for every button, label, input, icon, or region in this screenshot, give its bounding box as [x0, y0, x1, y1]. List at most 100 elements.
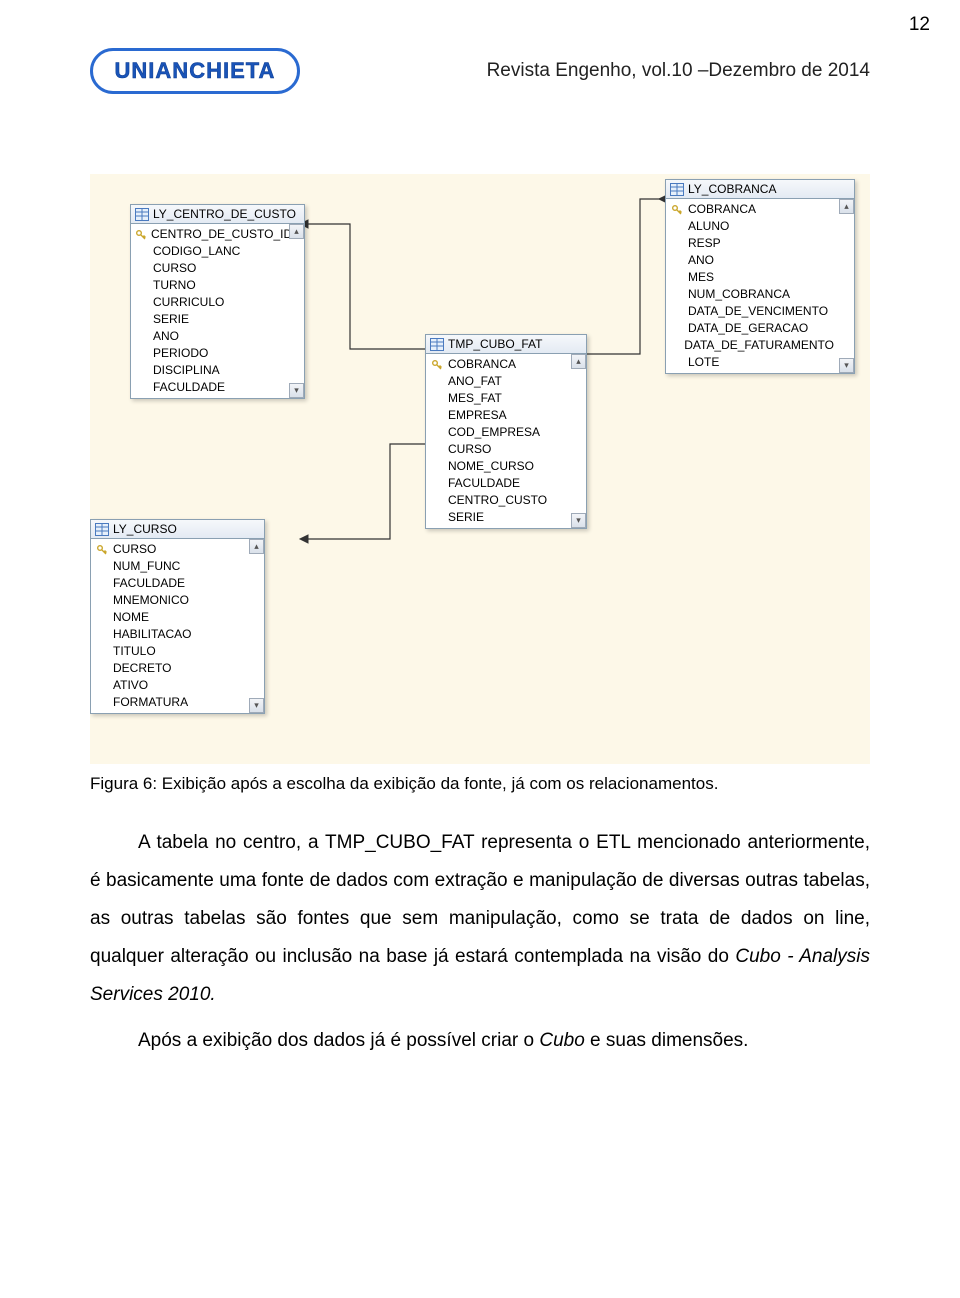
table-title: TMP_CUBO_FAT	[426, 335, 586, 354]
column-row[interactable]: CURSO	[426, 441, 570, 458]
column-name: ANO	[688, 252, 714, 269]
scroll-up-icon[interactable]: ▴	[289, 224, 304, 239]
column-row[interactable]: COBRANCA	[426, 356, 570, 373]
column-name: FACULDADE	[113, 575, 185, 592]
column-name: CURRICULO	[153, 294, 224, 311]
table-title: LY_COBRANCA	[666, 180, 854, 199]
column-row[interactable]: LOTE	[666, 354, 838, 371]
column-name: TURNO	[153, 277, 196, 294]
column-name: SERIE	[448, 509, 484, 526]
column-row[interactable]: CURRICULO	[131, 294, 288, 311]
column-name: CURSO	[448, 441, 491, 458]
er-diagram: LY_CENTRO_DE_CUSTO ▴ CENTRO_DE_CUSTO_IDC…	[90, 174, 870, 764]
column-row[interactable]: NOME	[91, 609, 248, 626]
column-name: DATA_DE_FATURAMENTO	[684, 337, 834, 354]
para2-a: Após a exibição dos dados já é possível …	[138, 1030, 539, 1051]
column-row[interactable]: TURNO	[131, 277, 288, 294]
scroll-up-icon[interactable]: ▴	[839, 199, 854, 214]
column-row[interactable]: FORMATURA	[91, 694, 248, 711]
column-name: DATA_DE_VENCIMENTO	[688, 303, 828, 320]
column-row[interactable]: CENTRO_CUSTO	[426, 492, 570, 509]
column-row[interactable]: CURSO	[91, 541, 248, 558]
column-row[interactable]: HABILITACAO	[91, 626, 248, 643]
column-row[interactable]: ANO	[666, 252, 838, 269]
table-columns: ▴ CURSONUM_FUNCFACULDADEMNEMONICONOMEHAB…	[91, 539, 264, 713]
para2-c: e suas dimensões.	[585, 1030, 749, 1051]
column-name: MES	[688, 269, 714, 286]
column-row[interactable]: MNEMONICO	[91, 592, 248, 609]
scroll-down-icon[interactable]: ▾	[289, 383, 304, 398]
table-tmp-cubo-fat[interactable]: TMP_CUBO_FAT ▴ COBRANCAANO_FATMES_FATEMP…	[425, 334, 587, 529]
column-name: COBRANCA	[448, 356, 516, 373]
paragraph-1: A tabela no centro, a TMP_CUBO_FAT repre…	[90, 824, 870, 1014]
column-row[interactable]: DATA_DE_VENCIMENTO	[666, 303, 838, 320]
column-name: CENTRO_CUSTO	[448, 492, 547, 509]
column-name: FACULDADE	[153, 379, 225, 396]
header: UNIANCHIETA Revista Engenho, vol.10 –Dez…	[90, 48, 870, 94]
table-ly-cobranca[interactable]: LY_COBRANCA ▴ COBRANCAALUNORESPANOMESNUM…	[665, 179, 855, 374]
scroll-down-icon[interactable]: ▾	[839, 358, 854, 373]
column-row[interactable]: SERIE	[131, 311, 288, 328]
table-icon	[430, 338, 444, 351]
column-row[interactable]: TITULO	[91, 643, 248, 660]
column-row[interactable]: NUM_COBRANCA	[666, 286, 838, 303]
figure-caption: Figura 6: Exibição após a escolha da exi…	[90, 774, 870, 794]
para2-b: Cubo	[539, 1030, 584, 1051]
column-row[interactable]: NOME_CURSO	[426, 458, 570, 475]
column-row[interactable]: COBRANCA	[666, 201, 838, 218]
scroll-up-icon[interactable]: ▴	[249, 539, 264, 554]
table-ly-curso[interactable]: LY_CURSO ▴ CURSONUM_FUNCFACULDADEMNEMONI…	[90, 519, 265, 714]
scroll-up-icon[interactable]: ▴	[571, 354, 586, 369]
column-name: RESP	[688, 235, 721, 252]
column-row[interactable]: DATA_DE_FATURAMENTO	[666, 337, 838, 354]
column-row[interactable]: ATIVO	[91, 677, 248, 694]
journal-title: Revista Engenho, vol.10 –Dezembro de 201…	[316, 60, 870, 82]
page: 12 UNIANCHIETA Revista Engenho, vol.10 –…	[0, 0, 960, 1128]
column-name: MES_FAT	[448, 390, 502, 407]
column-name: SERIE	[153, 311, 189, 328]
column-row[interactable]: RESP	[666, 235, 838, 252]
column-row[interactable]: FACULDADE	[91, 575, 248, 592]
column-row[interactable]: ANO	[131, 328, 288, 345]
column-row[interactable]: DATA_DE_GERACAO	[666, 320, 838, 337]
column-row[interactable]: CENTRO_DE_CUSTO_ID	[131, 226, 288, 243]
column-row[interactable]: CODIGO_LANC	[131, 243, 288, 260]
primary-key-icon	[670, 204, 684, 216]
table-columns: ▴ COBRANCAALUNORESPANOMESNUM_COBRANCADAT…	[666, 199, 854, 373]
table-title: LY_CURSO	[91, 520, 264, 539]
column-name: DISCIPLINA	[153, 362, 220, 379]
column-name: NUM_COBRANCA	[688, 286, 790, 303]
column-name: CENTRO_DE_CUSTO_ID	[151, 226, 292, 243]
column-name: COD_EMPRESA	[448, 424, 540, 441]
table-ly-centro-de-custo[interactable]: LY_CENTRO_DE_CUSTO ▴ CENTRO_DE_CUSTO_IDC…	[130, 204, 305, 399]
column-name: CURSO	[153, 260, 196, 277]
column-name: ANO_FAT	[448, 373, 502, 390]
column-row[interactable]: MES	[666, 269, 838, 286]
page-number: 12	[909, 14, 930, 36]
column-name: NOME_CURSO	[448, 458, 534, 475]
column-row[interactable]: NUM_FUNC	[91, 558, 248, 575]
column-row[interactable]: DISCIPLINA	[131, 362, 288, 379]
column-row[interactable]: CURSO	[131, 260, 288, 277]
column-row[interactable]: FACULDADE	[131, 379, 288, 396]
column-row[interactable]: ANO_FAT	[426, 373, 570, 390]
column-name: CODIGO_LANC	[153, 243, 240, 260]
column-name: NUM_FUNC	[113, 558, 180, 575]
table-title-text: TMP_CUBO_FAT	[448, 337, 542, 351]
column-row[interactable]: DECRETO	[91, 660, 248, 677]
column-row[interactable]: PERIODO	[131, 345, 288, 362]
column-row[interactable]: MES_FAT	[426, 390, 570, 407]
column-row[interactable]: COD_EMPRESA	[426, 424, 570, 441]
primary-key-icon	[430, 359, 444, 371]
table-title-text: LY_CENTRO_DE_CUSTO	[153, 207, 296, 221]
column-row[interactable]: EMPRESA	[426, 407, 570, 424]
column-row[interactable]: ALUNO	[666, 218, 838, 235]
column-row[interactable]: FACULDADE	[426, 475, 570, 492]
scroll-down-icon[interactable]: ▾	[571, 513, 586, 528]
table-icon	[135, 208, 149, 221]
column-row[interactable]: SERIE	[426, 509, 570, 526]
column-name: COBRANCA	[688, 201, 756, 218]
scroll-down-icon[interactable]: ▾	[249, 698, 264, 713]
column-name: EMPRESA	[448, 407, 507, 424]
table-icon	[670, 183, 684, 196]
